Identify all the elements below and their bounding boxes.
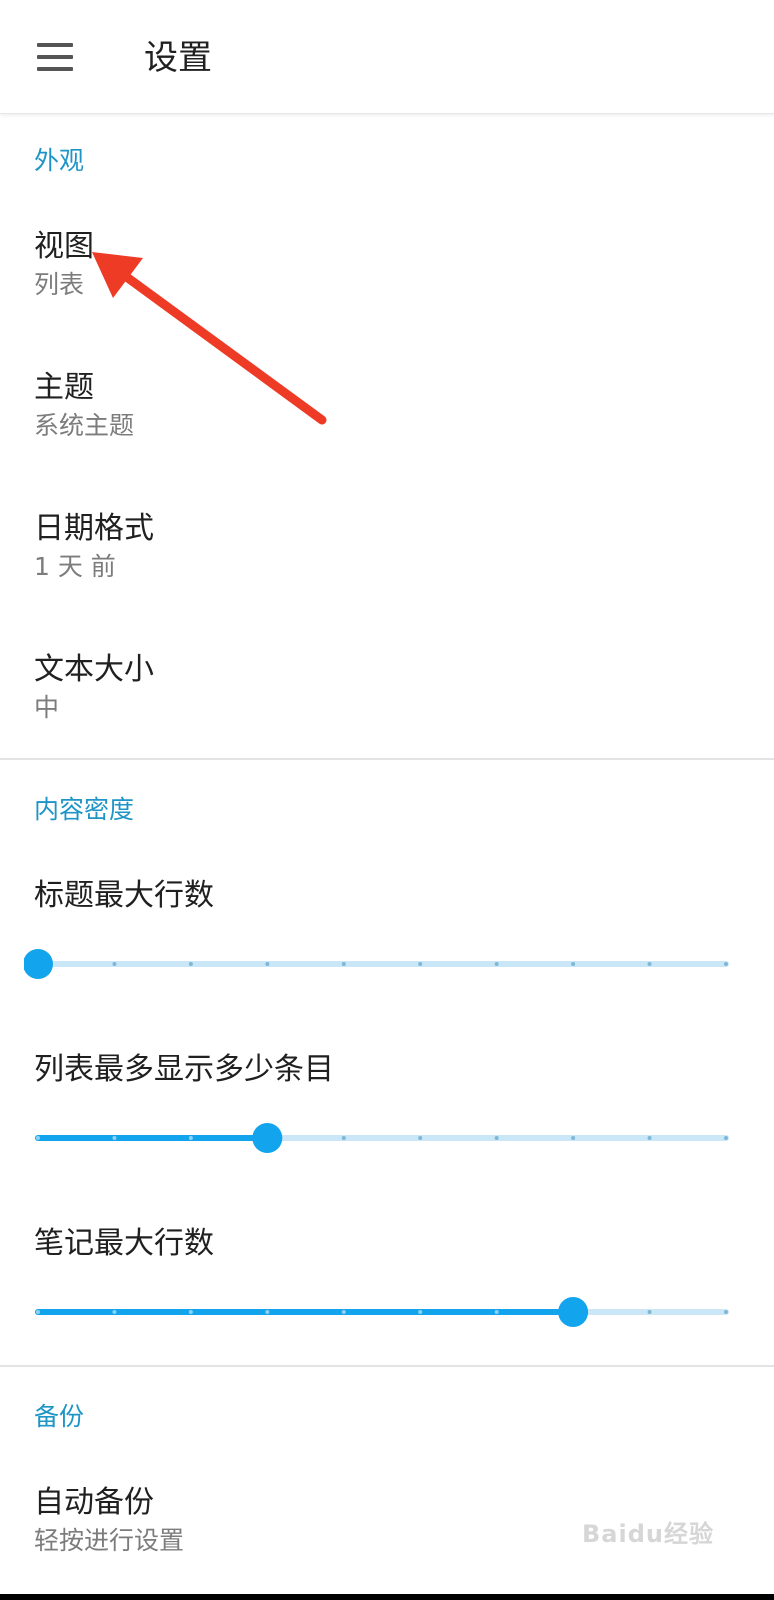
setting-date-format-value: 1 天 前 <box>34 552 116 581</box>
app-bar: 设置 <box>0 0 774 114</box>
section-header-content-density: 内容密度 <box>34 795 135 824</box>
note-max-lines-label: 笔记最大行数 <box>34 1226 214 1261</box>
slider-tick-mark <box>112 962 117 966</box>
slider-tick-mark <box>36 1310 40 1314</box>
slider-thumb[interactable] <box>558 1297 589 1327</box>
setting-view-title: 视图 <box>34 229 94 264</box>
slider-tick-mark <box>647 1310 652 1314</box>
setting-date-format-title: 日期格式 <box>34 511 154 546</box>
slider-tick-mark <box>494 1310 499 1314</box>
slider-tick-mark <box>647 962 652 966</box>
baidu-jingyan-watermark: Baidu经验 <box>582 1520 714 1548</box>
slider-tick-mark <box>494 1136 499 1140</box>
section-divider <box>0 758 774 760</box>
settings-screen: 设置 外观 视图 列表 主题 系统主题 日期格式 1 天 前 文本大小 中 内容… <box>0 0 774 1600</box>
setting-theme-title: 主题 <box>34 370 94 405</box>
slider-tick-mark <box>265 962 270 966</box>
system-navigation-bar <box>0 1594 774 1600</box>
note-max-lines-slider[interactable] <box>24 1292 750 1332</box>
slider-tick-mark <box>418 1310 423 1314</box>
slider-tick-mark <box>341 962 346 966</box>
section-header-appearance: 外观 <box>34 146 85 175</box>
setting-theme-value: 系统主题 <box>34 411 135 440</box>
list-max-items-label: 列表最多显示多少条目 <box>34 1052 334 1087</box>
hamburger-menu-icon <box>37 43 73 71</box>
section-divider <box>0 1365 774 1367</box>
slider-tick-mark <box>571 1136 576 1140</box>
slider-tick-mark <box>188 1310 193 1314</box>
slider-tick-mark <box>418 1136 423 1140</box>
setting-auto-backup-value: 轻按进行设置 <box>34 1526 185 1555</box>
slider-tick-mark <box>341 1310 346 1314</box>
page-title: 设置 <box>144 38 212 78</box>
setting-theme[interactable]: 主题 系统主题 <box>0 367 774 447</box>
section-header-backup: 备份 <box>34 1402 85 1431</box>
slider-tick-mark <box>112 1310 117 1314</box>
setting-date-format[interactable]: 日期格式 1 天 前 <box>0 508 774 588</box>
menu-button[interactable] <box>24 28 86 86</box>
list-max-items-slider[interactable] <box>24 1118 750 1158</box>
slider-tick-mark <box>341 1136 346 1140</box>
setting-view[interactable]: 视图 列表 <box>0 226 774 306</box>
slider-tick-mark <box>724 1136 728 1140</box>
setting-view-value: 列表 <box>34 270 85 299</box>
setting-text-size-value: 中 <box>34 693 60 722</box>
title-max-lines-label: 标题最大行数 <box>34 878 214 913</box>
slider-tick-mark <box>112 1136 117 1140</box>
slider-tick-mark <box>724 1310 728 1314</box>
slider-tick-mark <box>494 962 499 966</box>
slider-tick-mark <box>724 962 728 966</box>
slider-tick-mark <box>188 1136 193 1140</box>
slider-tick-mark <box>418 962 423 966</box>
slider-thumb[interactable] <box>252 1123 283 1153</box>
setting-text-size-title: 文本大小 <box>34 652 154 687</box>
slider-tick-mark <box>571 962 576 966</box>
title-max-lines-slider[interactable] <box>24 944 750 984</box>
setting-auto-backup-title: 自动备份 <box>34 1485 154 1520</box>
slider-tick-mark <box>188 962 193 966</box>
setting-text-size[interactable]: 文本大小 中 <box>0 649 774 729</box>
slider-tick-mark <box>36 1136 40 1140</box>
slider-thumb[interactable] <box>24 949 53 979</box>
slider-tick-mark <box>647 1136 652 1140</box>
slider-tick-mark <box>265 1310 270 1314</box>
